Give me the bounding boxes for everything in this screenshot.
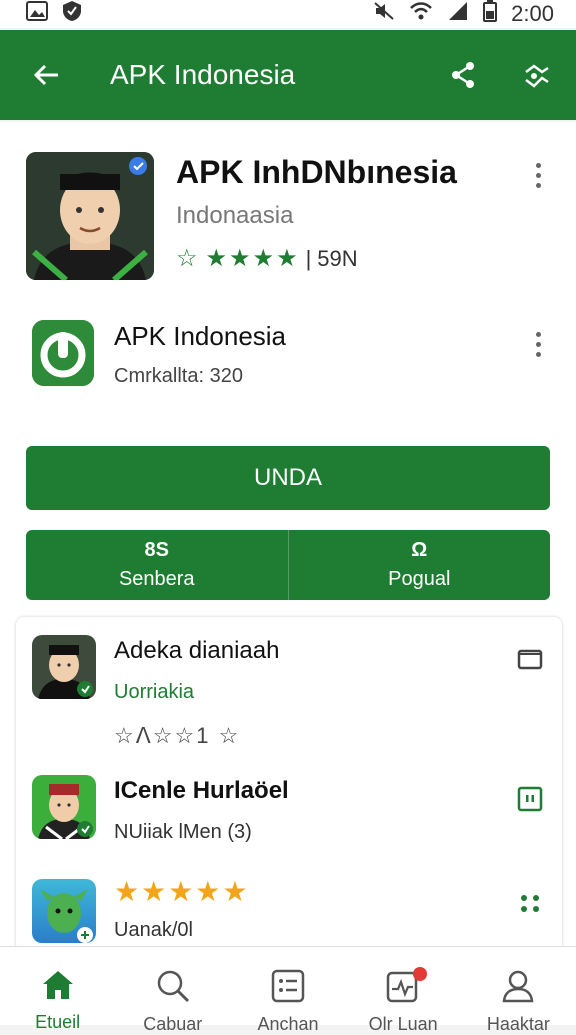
app-bar: APK Indonesia: [0, 30, 576, 120]
list-item-rating: ☆ᐱ☆☆1 ☆: [114, 723, 241, 748]
list-item-thumb: [32, 635, 96, 699]
nav-search[interactable]: Cabuar: [123, 947, 223, 1035]
list-item-subtitle: Uorriakia: [114, 681, 195, 703]
content-card: APK InhDNbınesia Indonaasia ☆ ★★★★ | 59N…: [0, 122, 576, 952]
rating-value: 59N: [317, 245, 358, 271]
status-bar: 2:00: [0, 0, 576, 28]
signal-icon: [447, 1, 469, 27]
app-rating: ☆ ★★★★ | 59N: [176, 244, 358, 273]
list-item-thumb: [32, 775, 96, 839]
person-icon: [501, 969, 535, 1008]
nav-home-label: Etueil: [35, 1012, 81, 1032]
nav-home[interactable]: Etueil: [8, 947, 108, 1033]
mute-icon: [373, 1, 395, 27]
search-icon: [156, 969, 190, 1008]
home-icon: [41, 969, 75, 1006]
developer-row[interactable]: APK Indonesia Cmrkallta: 320: [26, 317, 550, 397]
segment-left-label: Senbera: [118, 568, 195, 590]
list-icon: [271, 969, 305, 1008]
nav-list-label: Anchan: [257, 1014, 319, 1034]
list-item-title: Adeka dianiaah: [114, 637, 280, 664]
nav-search-label: Cabuar: [143, 1014, 203, 1034]
list-item-thumb: [32, 879, 96, 943]
pause-square-icon[interactable]: [516, 785, 544, 813]
wifi-icon: [409, 1, 433, 27]
nav-list[interactable]: Anchan: [238, 947, 338, 1035]
arrow-left-icon[interactable]: [30, 58, 64, 92]
route-icon[interactable]: [520, 58, 554, 92]
list-item-subtitle: NUiiak lMen (3): [114, 821, 252, 843]
list-item-title: ICenle Hurlaöel: [114, 777, 289, 804]
list-item-stars: ★★★★★: [114, 876, 250, 907]
related-apps-list: Adeka dianiaah Uorriakia ☆ᐱ☆☆1 ☆ ICenle …: [16, 617, 562, 952]
nav-profile[interactable]: Haaktar: [468, 947, 568, 1035]
developer-subtitle: Cmrkallta: 320: [114, 365, 243, 387]
battery-icon: [483, 0, 498, 28]
segment-right[interactable]: Ω Pogual: [287, 530, 551, 600]
rating-divider: |: [305, 245, 312, 271]
segmented-control: 8S Senbera Ω Pogual: [26, 530, 550, 600]
bottom-nav: Etueil Cabuar Anchan Olr Luan Haaktar: [0, 946, 576, 1034]
share-icon[interactable]: [446, 58, 480, 92]
nav-activity[interactable]: Olr Luan: [353, 947, 453, 1035]
rating-star-outline: ☆: [176, 245, 200, 272]
notification-badge: [413, 967, 428, 981]
developer-name: APK Indonesia: [114, 321, 287, 351]
status-time: 2:00: [511, 1, 554, 26]
nav-activity-label: Olr Luan: [368, 1014, 438, 1034]
app-name: APK InhDNbınesia: [176, 154, 457, 190]
more-options-icon[interactable]: [526, 158, 550, 192]
gallery-icon: [26, 1, 48, 27]
segment-right-label: Pogual: [388, 568, 451, 590]
more-options-icon[interactable]: [526, 327, 550, 361]
dots-grid-icon[interactable]: [516, 889, 544, 917]
developer-logo: [32, 320, 94, 386]
app-header: APK InhDNbınesia Indonaasia ☆ ★★★★ | 59N: [26, 152, 550, 282]
app-avatar: [26, 152, 154, 280]
segment-left-glyph: 8S: [144, 539, 169, 561]
segment-left[interactable]: 8S Senbera: [26, 530, 288, 600]
install-button[interactable]: UNDA: [26, 446, 550, 510]
rating-stars: ★★★★: [205, 245, 300, 272]
folder-icon[interactable]: [516, 645, 544, 673]
shield-icon: [62, 0, 82, 28]
nav-profile-label: Haaktar: [486, 1014, 550, 1034]
segment-right-glyph: Ω: [411, 539, 428, 561]
list-item-subtitle: Uanak/​0l: [114, 919, 193, 941]
app-bar-title: APK Indonesia: [110, 59, 296, 90]
app-subtitle: Indonaasia: [176, 202, 294, 229]
